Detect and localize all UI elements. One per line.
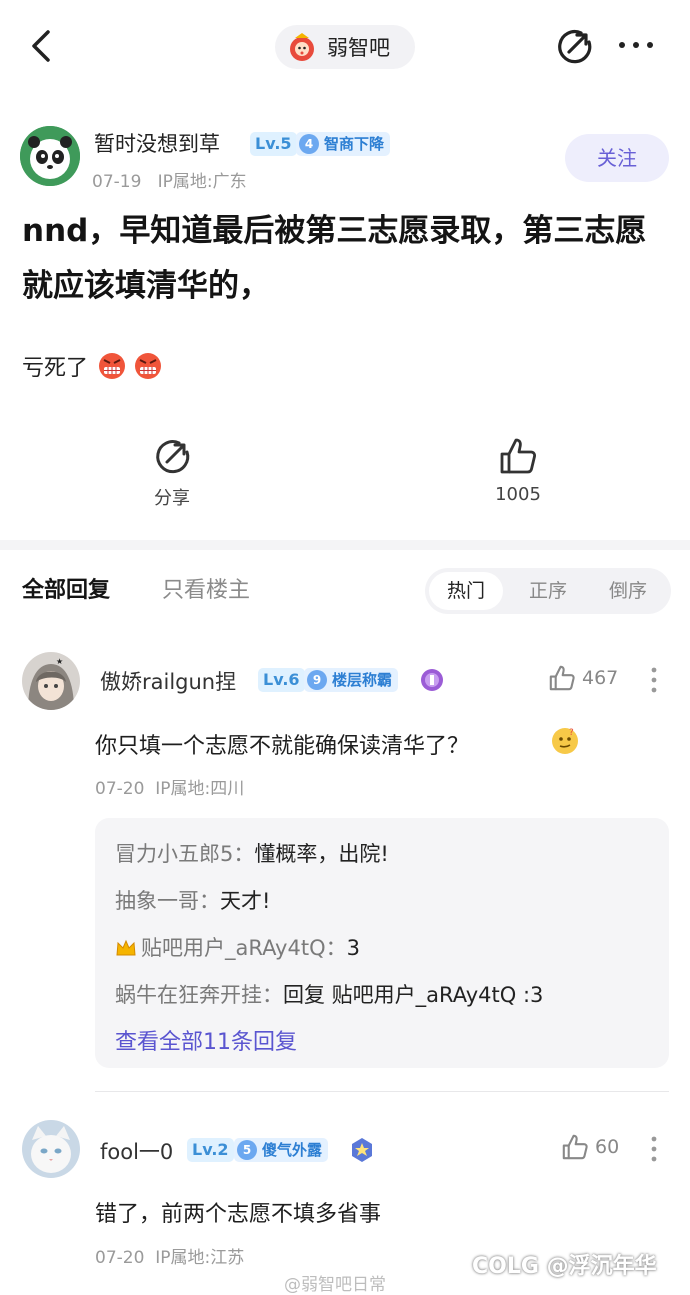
comment-more-icon[interactable] [651,1136,657,1162]
comment-text: 错了，前两个志愿不填多省事 [95,1202,382,1227]
anime-girl-avatar-icon: ★ [22,652,80,710]
reply-author[interactable]: 贴吧用户_aRAy4tQ： [141,936,347,960]
comment-like-count: 60 [595,1136,620,1158]
badge-number: 5 [237,1140,257,1160]
thumbs-up-icon [562,1134,588,1160]
weibo-watermark: @弱智吧日常 [284,1275,386,1295]
comment-like-button[interactable]: 60 [561,1133,619,1161]
forum-name: 弱智吧 [327,36,390,60]
forum-logo-icon [290,33,314,61]
comment-like-count: 467 [582,667,619,689]
member-medal-icon [421,669,443,691]
tab-all-replies[interactable]: 全部回复 [22,572,110,604]
badge-text: 智商下降 [324,135,385,153]
comment-separator [95,1091,669,1092]
reply-text: 天才! [220,889,271,913]
badge-text: 楼层称霸 [332,671,393,689]
reply-author[interactable]: 蜗牛在狂奔开挂： [115,983,283,1007]
share-icon [156,440,190,474]
reply-preview-box[interactable]: 冒力小五郎5：懂概率，出院! 抽象一哥：天才! 贴吧用户_aRAy4tQ：3 蜗… [95,818,669,1068]
reply-item: 蜗牛在狂奔开挂：回复 贴吧用户_aRAy4tQ :3 [115,979,543,1009]
thumbs-up-icon [500,438,536,474]
comment-date: 07-20 [95,1248,145,1268]
reply-item: 贴吧用户_aRAy4tQ：3 [115,932,360,962]
share-label: 分享 [154,488,190,509]
post-body: 亏死了 [22,350,162,382]
badge-text: 傻气外露 [262,1141,323,1159]
angry-emoji-icon [135,353,162,379]
member-medal-icon [352,1138,372,1162]
commenter-title-badge: 9 楼层称霸 [304,668,399,692]
sort-hot[interactable]: 热门 [429,572,503,610]
like-count: 1005 [495,484,541,505]
badge-number: 9 [307,670,327,690]
comment-like-button[interactable]: 467 [548,664,618,692]
commenter-title-badge: 5 傻气外露 [234,1138,329,1162]
reply-item: 冒力小五郎5：懂概率，出院! [115,838,389,868]
thumbs-up-icon [549,665,575,691]
author-level-badge: Lv.5 [250,132,297,156]
commenter-avatar[interactable]: ★ [22,652,80,710]
sort-descending[interactable]: 倒序 [591,572,665,610]
tab-op-only[interactable]: 只看楼主 [162,572,250,604]
comment-meta: 07-20 IP属地:江苏 [95,1243,244,1268]
commenter-level-badge: Lv.2 [187,1138,234,1162]
author-name[interactable]: 暂时没想到草 [94,128,220,158]
reply-author[interactable]: 冒力小五郎5： [115,842,254,866]
reply-author[interactable]: 抽象一哥： [115,889,220,913]
comment-meta: 07-20 IP属地:四川 [95,774,244,799]
angry-emoji-icon [99,353,126,379]
comment-ip: IP属地:江苏 [155,1248,245,1268]
comment-ip: IP属地:四川 [155,779,245,799]
svg-text:★: ★ [56,657,63,666]
post-meta: 07-19 IP属地:广东 [92,167,247,192]
post-body-text: 亏死了 [22,356,89,381]
reply-item: 抽象一哥：天才! [115,885,270,915]
svg-text:?: ? [569,728,574,738]
forum-name-pill[interactable]: 弱智吧 [275,25,415,69]
reply-text: 懂概率，出院! [254,842,389,866]
white-cat-avatar-icon [22,1120,80,1178]
share-icon[interactable] [555,28,593,66]
commenter-name[interactable]: 傲娇railgun捏 [100,666,236,696]
sort-ascending[interactable]: 正序 [511,572,585,610]
crown-icon [116,939,136,956]
more-options-icon[interactable] [616,38,656,52]
post-title: nnd，早知道最后被第三志愿录取，第三志愿就应该填清华的， [22,213,647,304]
post-ip: IP属地:广东 [157,172,247,192]
comment-text: 你只填一个志愿不就能确保读清华了？ [95,728,469,760]
reply-text: 3 [346,936,360,960]
back-arrow-icon[interactable] [24,26,60,66]
follow-button[interactable]: 关注 [565,134,669,182]
post-date: 07-19 [92,172,142,192]
share-action[interactable]: 分享 [132,438,212,510]
sort-segmented-control: 热门 正序 倒序 [425,568,671,614]
author-title-badge: 4 智商下降 [296,132,391,156]
badge-number: 4 [299,134,319,154]
comment-text-content: 你只填一个志愿不就能确保读清华了？ [95,734,470,759]
comment-more-icon[interactable] [651,667,657,693]
commenter-level-badge: Lv.6 [258,668,305,692]
corner-watermark: COLG @浮沉年华 [472,1254,657,1279]
section-divider [0,540,690,550]
like-action[interactable]: 1005 [478,436,558,505]
thinking-emoji-icon: ? [552,728,578,754]
author-avatar[interactable] [20,126,80,186]
top-nav-bar: 弱智吧 [0,0,690,92]
commenter-avatar[interactable] [22,1120,80,1178]
panda-avatar-icon [20,126,80,186]
comment-date: 07-20 [95,779,145,799]
reply-text: 回复 贴吧用户_aRAy4tQ :3 [283,983,544,1007]
commenter-name[interactable]: fool一0 [100,1136,173,1166]
view-all-replies-link[interactable]: 查看全部11条回复 [115,1024,297,1056]
